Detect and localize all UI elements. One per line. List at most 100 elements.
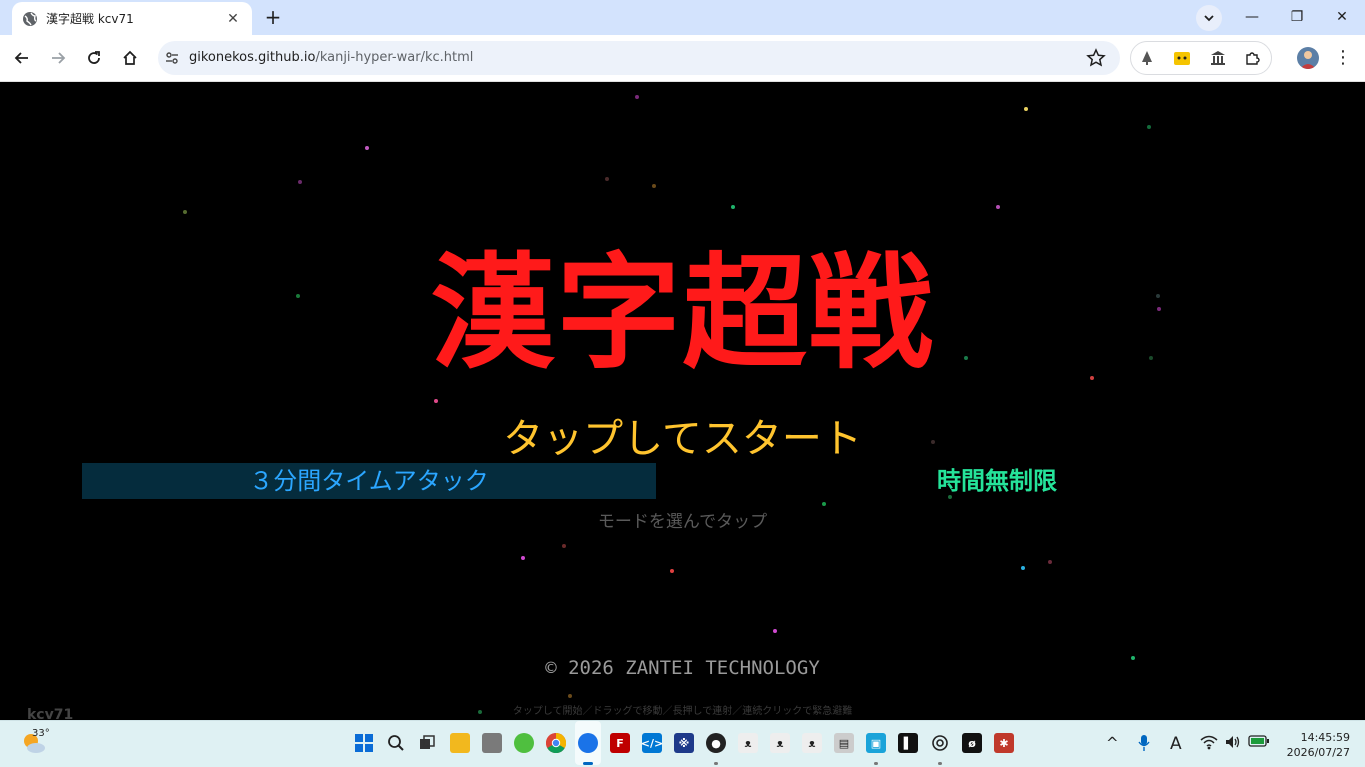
arrow-left-icon [14,52,28,64]
clock-time: 14:45:59 [1300,731,1350,744]
extensions-group [1130,41,1272,75]
speaker-icon[interactable] [1224,734,1242,754]
wifi-icon[interactable] [1200,734,1218,754]
terminal-icon[interactable]: ▌ [898,733,918,753]
star-particle [1147,125,1151,129]
chatgpt-icon[interactable] [930,733,950,753]
app-icon-cat[interactable]: ᴥ [738,733,758,753]
reload-icon [88,51,100,64]
back-button[interactable] [10,46,34,70]
star-particle [183,210,187,214]
star-particle [1090,376,1094,380]
star-particle [365,146,369,150]
star-particle [773,629,777,633]
star-particle [1024,107,1028,111]
app-icon-cat-3[interactable]: ᴥ [802,733,822,753]
restore-button[interactable]: ❐ [1282,6,1312,28]
tab-title: 漢字超戦 kcv71 [46,12,134,26]
browser-toolbar: gikonekos.github.io/kanji-hyper-war/kc.h… [0,35,1365,82]
filezilla-icon[interactable]: F [610,733,630,753]
chrome-profile-icon[interactable] [578,733,598,753]
weather-temp: 33° [32,728,50,739]
minimize-button[interactable]: — [1237,6,1267,28]
star-particle [670,569,674,573]
battery-icon[interactable] [1248,734,1270,752]
avatar-icon [1300,51,1316,69]
chrome-icon[interactable] [546,733,566,753]
browser-menu-button[interactable]: ⋮ [1334,46,1352,70]
address-bar[interactable]: gikonekos.github.io/kanji-hyper-war/kc.h… [158,41,1120,75]
mode-hint-text: モードを選んでタップ [597,512,768,532]
star-particle [822,502,826,506]
tab-close-icon[interactable]: ✕ [224,11,242,27]
tab-search-button[interactable] [1196,5,1222,31]
tab-strip: 漢字超戦 kcv71 ✕ + — ❐ ✕ [0,0,1365,35]
star-particle [652,184,656,188]
star-particle [635,95,639,99]
app-icon-gimp[interactable] [482,733,502,753]
mode-time-attack-button[interactable]: ３分間タイムアタック [82,463,656,499]
taskbar-clock[interactable]: 14:45:59 2026/07/27 [1280,730,1350,760]
star-particle [568,694,572,698]
app-icon-blue[interactable]: ▣ [866,733,886,753]
star-particle [1021,566,1025,570]
bookmark-star-icon[interactable] [1086,48,1106,68]
star-particle [731,205,735,209]
star-particle [1048,560,1052,564]
browser-tab-active[interactable]: 漢字超戦 kcv71 ✕ [12,2,252,35]
extension-cat-icon[interactable] [1173,49,1191,67]
tap-to-start-text[interactable]: タップしてスタート [0,406,1365,464]
controls-hint-text: タップして開始／ドラッグで移動／長押しで連射／連続クリックで緊急避難 [512,706,853,717]
star-particle [562,544,566,548]
url-path: /kanji-hyper-war/kc.html [315,50,474,65]
star-particle [434,399,438,403]
app-icon-red[interactable]: ✱ [994,733,1014,753]
app-icon-dark[interactable]: ø [962,733,982,753]
extension-tree-icon[interactable] [1138,49,1156,67]
star-particle [996,205,1000,209]
game-canvas[interactable]: 漢字超戦 タップしてスタート ３分間タイムアタック 時間無制限 モードを選んでタ… [0,82,1365,720]
microphone-icon[interactable] [1138,734,1150,756]
version-label: kcv71 [27,707,74,720]
mode-unlimited-button[interactable]: 時間無制限 [870,463,1124,499]
globe-icon [23,11,37,26]
site-settings-icon[interactable] [164,50,180,66]
star-particle [298,180,302,184]
star-particle [521,556,525,560]
running-indicator [938,762,942,765]
home-icon [123,50,137,65]
extension-museum-icon[interactable] [1209,49,1227,67]
tray-overflow-chevron[interactable]: ^ [1106,734,1119,752]
active-app-indicator [583,762,593,765]
chevron-down-icon [1204,15,1214,22]
copyright-text: © 2026 ZANTEI TECHNOLOGY [545,657,820,679]
file-explorer-icon[interactable] [450,733,470,753]
task-view-icon[interactable] [417,733,437,753]
search-icon[interactable] [386,733,406,753]
app-icon-cat-2[interactable]: ᴥ [770,733,790,753]
vscode-icon[interactable]: </> [641,733,663,753]
reload-button[interactable] [82,46,106,70]
url-text: gikonekos.github.io/kanji-hyper-war/kc.h… [189,50,473,65]
running-indicator [874,762,878,765]
url-host: gikonekos.github.io [189,50,316,65]
running-indicator [714,762,718,765]
app-icon-printer[interactable]: ▤ [834,733,854,753]
home-button[interactable] [118,46,142,70]
windows-taskbar: 33° F </> ※ ● ᴥ ᴥ ᴥ ▤ ▣ ▌ ø ✱ ^ A 14:45:… [0,720,1365,767]
new-tab-button[interactable]: + [262,6,284,28]
close-window-button[interactable]: ✕ [1327,6,1357,28]
star-particle [605,177,609,181]
app-icon-pattern[interactable]: ※ [674,733,694,753]
game-title: 漢字超戦 [430,242,935,386]
profile-avatar[interactable] [1297,47,1319,69]
windows-start-icon[interactable] [354,733,374,753]
forward-button[interactable] [46,46,70,70]
obs-icon[interactable]: ● [706,733,726,753]
arrow-right-icon [52,52,66,64]
clock-date: 2026/07/27 [1286,746,1350,759]
extensions-puzzle-icon[interactable] [1244,49,1262,67]
weather-widget[interactable]: 33° [20,728,50,757]
app-icon-green[interactable] [514,733,534,753]
ime-indicator[interactable]: A [1170,734,1182,754]
